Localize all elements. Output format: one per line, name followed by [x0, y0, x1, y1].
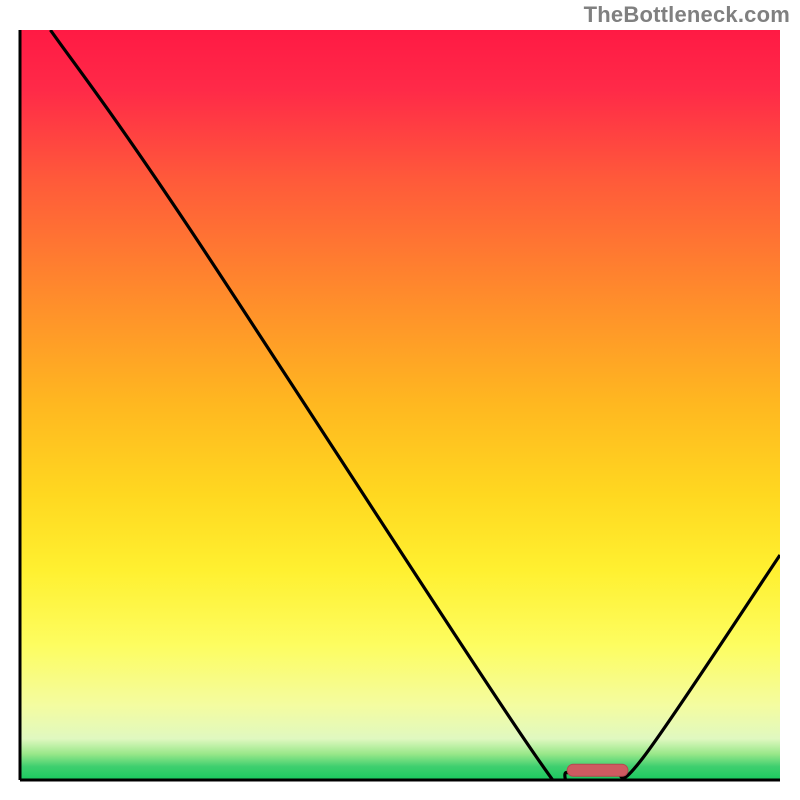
watermark: TheBottleneck.com [584, 2, 790, 28]
chart-container: { "watermark": "TheBottleneck.com", "col… [0, 0, 800, 800]
chart-svg [0, 0, 800, 800]
gradient-background [20, 30, 780, 780]
optimal-marker [567, 764, 628, 776]
